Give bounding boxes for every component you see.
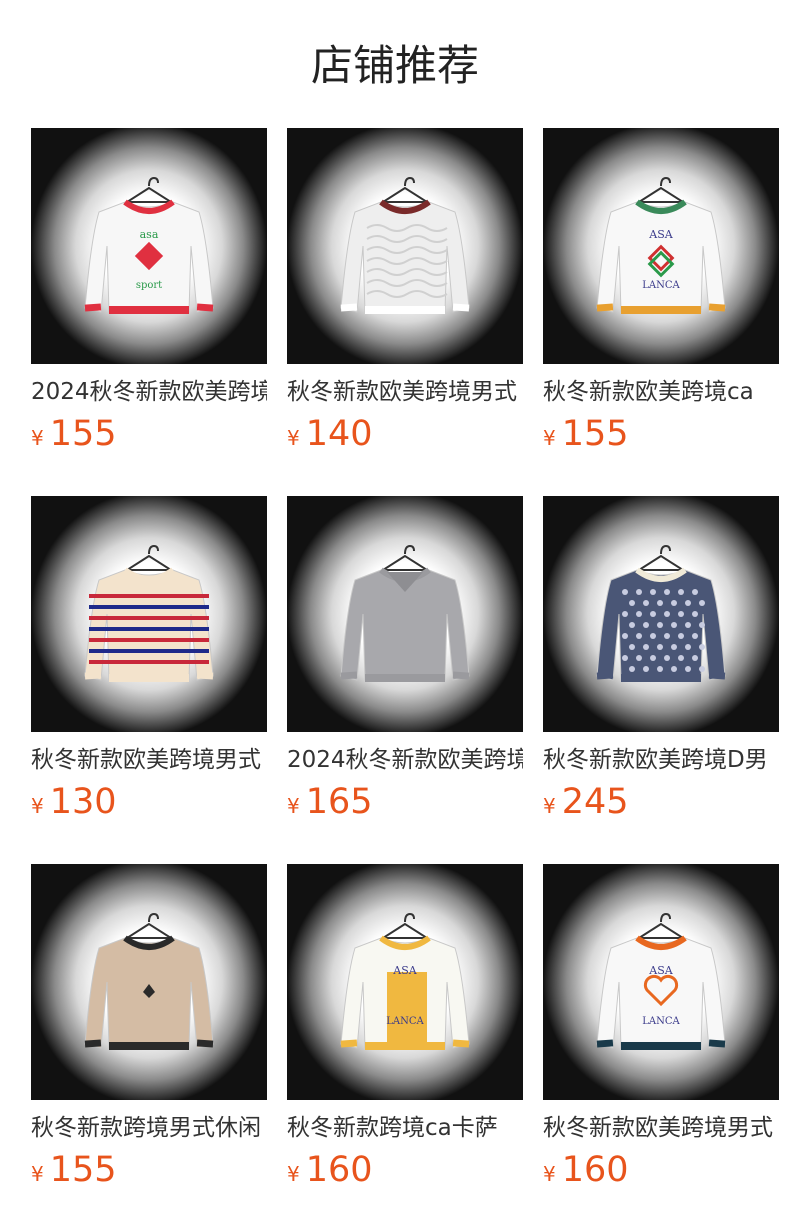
monogram-sweater-icon [596, 544, 726, 682]
product-card[interactable]: ASA LANCA 秋冬新款欧美跨境男式 ¥160 [543, 864, 779, 1232]
grey-collar-sweater-icon [340, 544, 470, 682]
product-image[interactable] [31, 864, 267, 1100]
currency-symbol: ¥ [287, 426, 300, 450]
product-title[interactable]: 秋冬新款跨境ca卡萨 [287, 1112, 523, 1144]
price-amount: 155 [49, 1150, 117, 1190]
price-amount: 130 [49, 782, 117, 822]
product-price: ¥160 [543, 1150, 779, 1190]
currency-symbol: ¥ [31, 426, 44, 450]
product-card[interactable]: 秋冬新款跨境男式休闲 ¥155 [31, 864, 267, 1232]
heart-logo-sweater-icon: ASA LANCA [596, 912, 726, 1050]
price-amount: 245 [561, 782, 629, 822]
product-image[interactable]: ASA LANCA [287, 864, 523, 1100]
price-amount: 160 [305, 1150, 373, 1190]
product-image[interactable]: asa sport [31, 128, 267, 364]
product-title[interactable]: 秋冬新款跨境男式休闲 [31, 1112, 267, 1144]
asa-lanca-sweater-icon: ASA LANCA [596, 176, 726, 314]
product-title[interactable]: 2024秋冬新款欧美跨境 [31, 376, 267, 408]
section-title: 店铺推荐 [310, 41, 479, 90]
product-price: ¥245 [543, 782, 779, 822]
product-card[interactable]: 2024秋冬新款欧美跨境 ¥165 [287, 496, 523, 864]
currency-symbol: ¥ [543, 426, 556, 450]
product-price: ¥155 [543, 414, 779, 454]
currency-symbol: ¥ [31, 794, 44, 818]
currency-symbol: ¥ [287, 794, 300, 818]
product-price: ¥130 [31, 782, 267, 822]
product-image[interactable] [287, 496, 523, 732]
product-price: ¥140 [287, 414, 523, 454]
product-price: ¥160 [287, 1150, 523, 1190]
svg-text:LANCA: LANCA [386, 1016, 424, 1027]
product-price: ¥155 [31, 1150, 267, 1190]
striped-sweater-icon [84, 544, 214, 682]
svg-text:LANCA: LANCA [642, 280, 680, 291]
beige-knit-sweater-icon [84, 912, 214, 1050]
product-title[interactable]: 秋冬新款欧美跨境男式 [31, 744, 267, 776]
product-image[interactable] [287, 128, 523, 364]
currency-symbol: ¥ [543, 794, 556, 818]
product-price: ¥155 [31, 414, 267, 454]
product-card[interactable]: 秋冬新款欧美跨境D男 ¥245 [543, 496, 779, 864]
price-amount: 160 [561, 1150, 629, 1190]
product-image[interactable] [31, 496, 267, 732]
yellow-panel-sweater-icon: ASA LANCA [340, 912, 470, 1050]
product-title[interactable]: 秋冬新款欧美跨境男式 [287, 376, 523, 408]
currency-symbol: ¥ [31, 1162, 44, 1186]
svg-text:ASA: ASA [648, 228, 673, 241]
svg-text:ASA: ASA [648, 964, 673, 977]
price-amount: 155 [49, 414, 117, 454]
currency-symbol: ¥ [543, 1162, 556, 1186]
product-card[interactable]: asa sport 2024秋冬新款欧美跨境 ¥155 [31, 128, 267, 496]
product-image[interactable] [543, 496, 779, 732]
product-image[interactable]: ASA LANCA [543, 128, 779, 364]
svg-text:LANCA: LANCA [642, 1016, 680, 1027]
product-title[interactable]: 秋冬新款欧美跨境男式 [543, 1112, 779, 1144]
product-card[interactable]: 秋冬新款欧美跨境男式 ¥140 [287, 128, 523, 496]
svg-text:ASA: ASA [392, 964, 417, 977]
product-title[interactable]: 2024秋冬新款欧美跨境 [287, 744, 523, 776]
product-price: ¥165 [287, 782, 523, 822]
price-amount: 155 [561, 414, 629, 454]
price-amount: 140 [305, 414, 373, 454]
product-grid: asa sport 2024秋冬新款欧美跨境 ¥155 秋冬新款欧美跨境男式 ¥1… [31, 128, 779, 1232]
product-title[interactable]: 秋冬新款欧美跨境D男 [543, 744, 779, 776]
svg-text:sport: sport [136, 280, 162, 291]
price-amount: 165 [305, 782, 373, 822]
product-card[interactable]: ASA LANCA 秋冬新款欧美跨境ca ¥155 [543, 128, 779, 496]
product-image[interactable]: ASA LANCA [543, 864, 779, 1100]
currency-symbol: ¥ [287, 1162, 300, 1186]
svg-text:asa: asa [140, 228, 159, 241]
asa-sport-sweater-icon: asa sport [84, 176, 214, 314]
product-title[interactable]: 秋冬新款欧美跨境ca [543, 376, 779, 408]
product-card[interactable]: 秋冬新款欧美跨境男式 ¥130 [31, 496, 267, 864]
product-card[interactable]: ASA LANCA 秋冬新款跨境ca卡萨 ¥160 [287, 864, 523, 1232]
cable-knit-sweater-icon [340, 176, 470, 314]
